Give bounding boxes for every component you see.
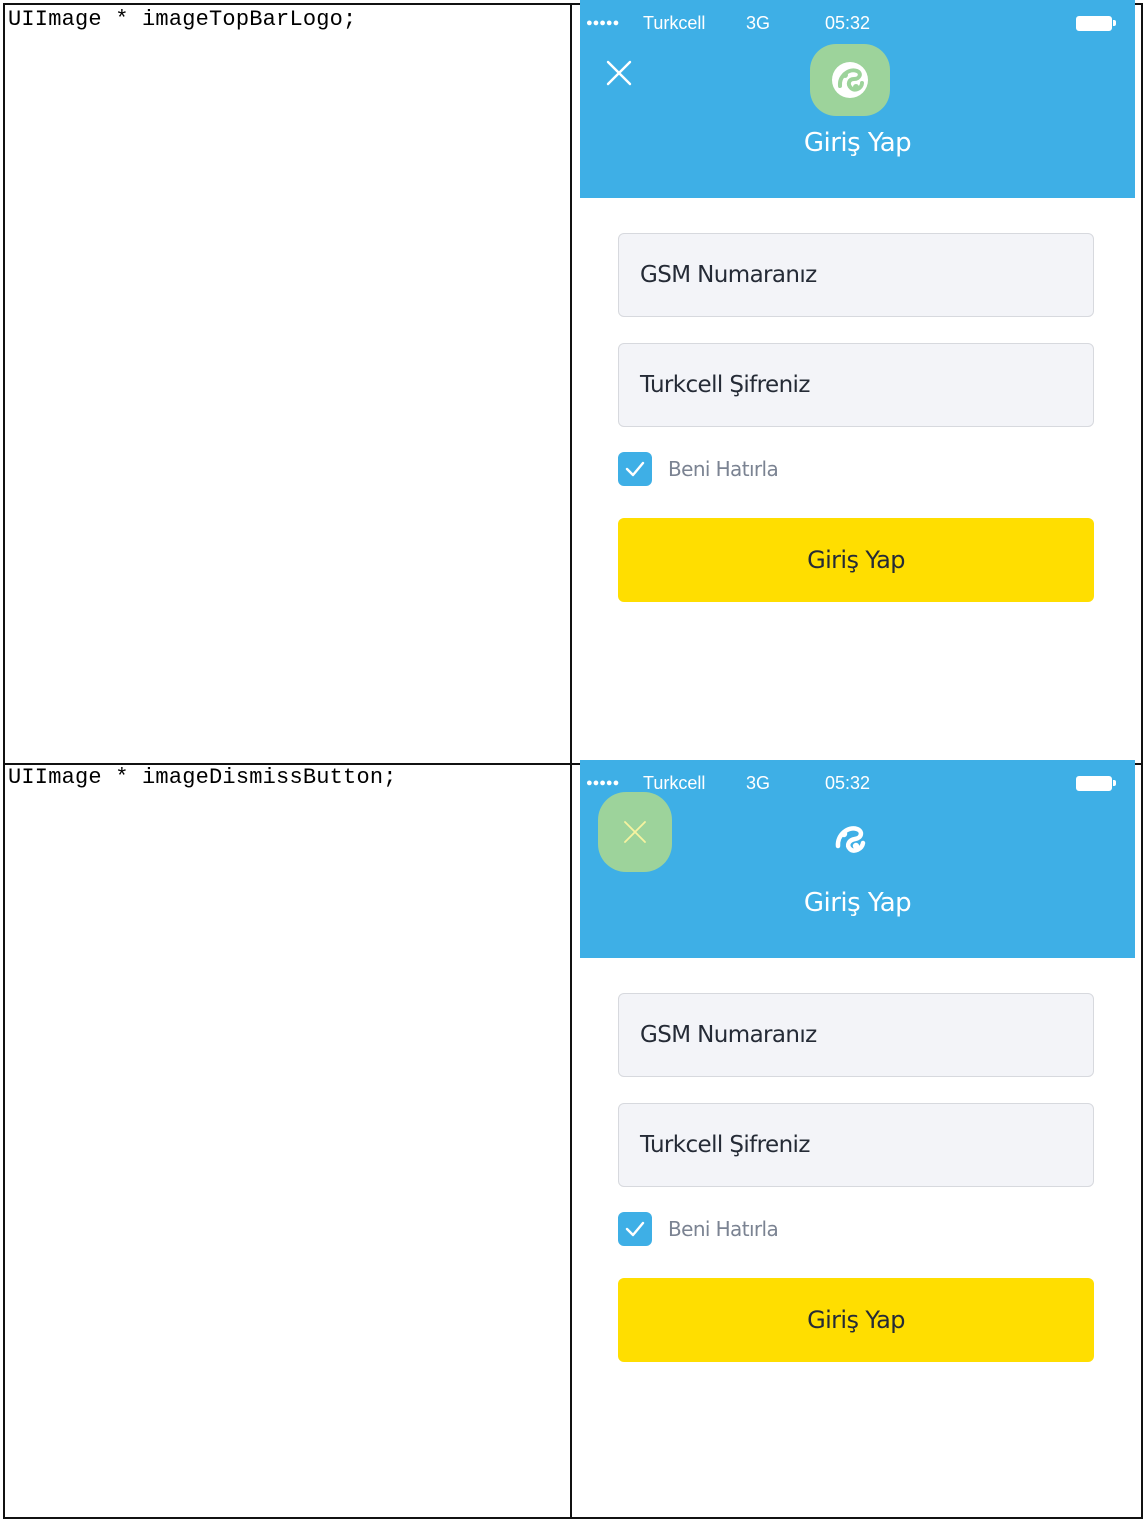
phone-screenshot: ●●●●● Turkcell 3G 05:32 Giriş Yap GSM Nu… <box>580 0 1135 740</box>
signal-strength: ●●●●● <box>586 17 620 29</box>
status-bar: ●●●●● Turkcell 3G 05:32 <box>580 12 1135 38</box>
status-time: 05:32 <box>825 773 871 793</box>
status-bar: ●●●●● Turkcell 3G 05:32 <box>580 772 1135 798</box>
carrier-name: Turkcell <box>643 773 706 793</box>
remember-me-checkbox[interactable] <box>618 452 652 486</box>
turkcell-logo-icon <box>835 826 866 853</box>
close-icon <box>624 821 646 843</box>
network-type: 3G <box>746 773 771 793</box>
top-bar-logo <box>810 805 890 875</box>
remember-me-checkbox[interactable] <box>618 1212 652 1246</box>
signal-strength: ●●●●● <box>586 777 620 789</box>
dismiss-button[interactable] <box>598 792 672 872</box>
code-snippet: UIImage * imageDismissButton; <box>8 765 397 790</box>
page-title: Giriş Yap <box>803 888 912 918</box>
login-header: ●●●●● Turkcell 3G 05:32 Giriş Yap <box>580 0 1135 198</box>
remember-me-row[interactable]: Beni Hatırla <box>618 452 779 486</box>
gsm-number-field[interactable]: GSM Numaranız <box>618 233 1094 317</box>
check-icon <box>625 1221 645 1237</box>
battery-icon <box>1076 16 1116 31</box>
gsm-number-field[interactable]: GSM Numaranız <box>618 993 1094 1077</box>
password-field[interactable]: Turkcell Şifreniz <box>618 1103 1094 1187</box>
remember-me-row[interactable]: Beni Hatırla <box>618 1212 779 1246</box>
status-time: 05:32 <box>825 13 871 33</box>
phone-screenshot: ●●●●● Turkcell 3G 05:32 Giriş Yap GSM Nu… <box>580 760 1135 1500</box>
carrier-name: Turkcell <box>643 13 706 33</box>
login-header: ●●●●● Turkcell 3G 05:32 Giriş Yap <box>580 760 1135 958</box>
page-title: Giriş Yap <box>803 128 912 158</box>
code-snippet: UIImage * imageTopBarLogo; <box>8 7 357 32</box>
password-field[interactable]: Turkcell Şifreniz <box>618 343 1094 427</box>
close-icon <box>606 60 632 86</box>
table-column-divider <box>570 5 572 1517</box>
remember-me-label: Beni Hatırla <box>668 1217 779 1241</box>
battery-icon <box>1076 776 1116 791</box>
top-bar-logo <box>810 44 890 116</box>
turkcell-logo-icon <box>832 62 868 98</box>
close-button[interactable] <box>590 44 648 102</box>
login-button[interactable]: Giriş Yap <box>618 1278 1094 1362</box>
network-type: 3G <box>746 13 771 33</box>
remember-me-label: Beni Hatırla <box>668 457 779 481</box>
check-icon <box>625 461 645 477</box>
login-button[interactable]: Giriş Yap <box>618 518 1094 602</box>
